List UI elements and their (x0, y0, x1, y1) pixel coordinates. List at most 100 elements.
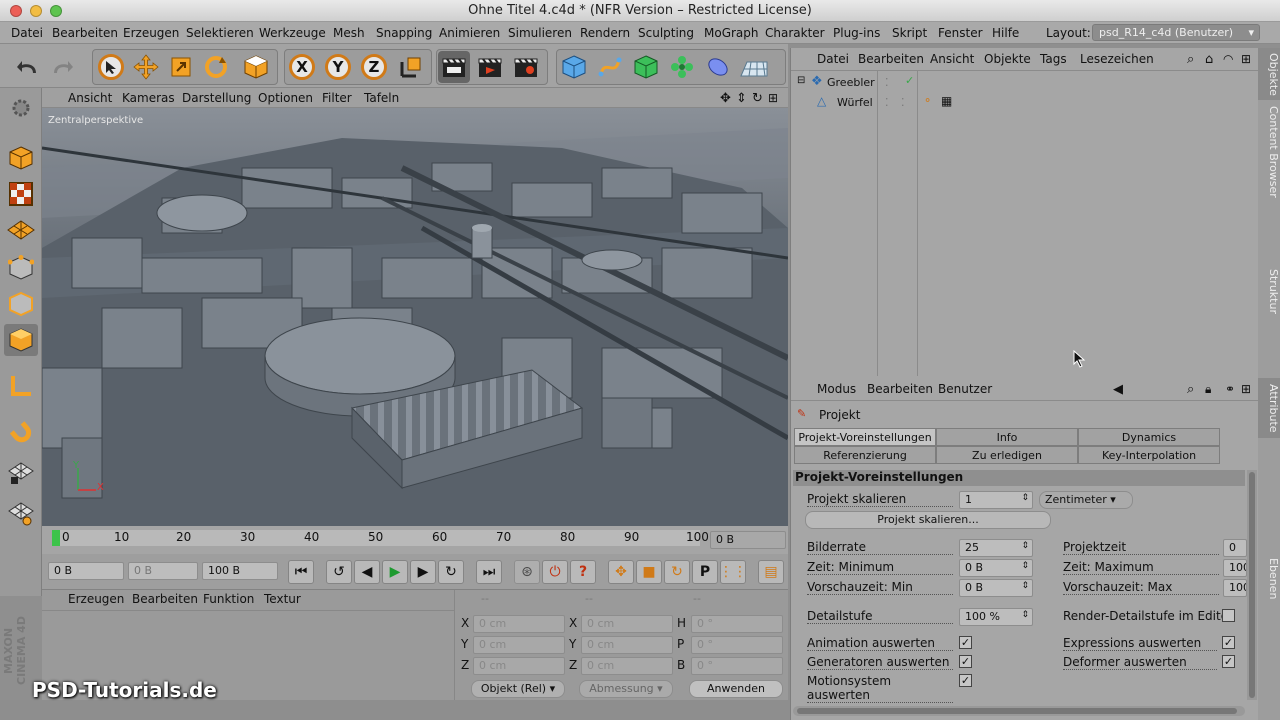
eye-icon[interactable]: ◠ (1223, 52, 1233, 66)
objmgr-menu-lesezeichen[interactable]: Lesezeichen (1080, 52, 1154, 66)
coord-size-mode-select[interactable]: Abmessung ▾ (579, 680, 673, 698)
objmgr-menu-ansicht[interactable]: Ansicht (930, 52, 974, 66)
timeline-ruler[interactable]: 0 10 20 30 40 50 60 70 80 90 100 0 B (42, 526, 788, 554)
key-rotation-button[interactable]: ↻ (664, 560, 690, 584)
viewport-menu-ansicht[interactable]: Ansicht (68, 91, 112, 105)
add-environment-button[interactable] (738, 51, 770, 83)
object-row-greebler[interactable]: ⊟ ❖ Greebler ⁚ ✓ (793, 74, 1257, 92)
coord-size-x-field[interactable]: 0 cm (581, 615, 673, 633)
menu-snapping[interactable]: Snapping (376, 26, 432, 40)
render-settings-button[interactable] (510, 51, 542, 83)
record-keys-button[interactable]: ⊛ (514, 560, 540, 584)
scale-unit-select[interactable]: Zentimeter ▾ (1039, 491, 1133, 509)
object-name[interactable]: Würfel (837, 96, 873, 109)
edges-mode-button[interactable] (4, 288, 38, 320)
redo-button[interactable] (46, 51, 78, 83)
attr-scrollbar[interactable] (1247, 470, 1257, 700)
objmgr-menu-tags[interactable]: Tags (1040, 52, 1067, 66)
attr-menu-benutzer[interactable]: Benutzer (938, 382, 992, 396)
viewport-menu-darstellung[interactable]: Darstellung (182, 91, 251, 105)
coordinate-system-button[interactable] (395, 51, 427, 83)
animation-checkbox[interactable]: ✓ (959, 636, 972, 649)
workplane-grid-button[interactable] (4, 498, 38, 530)
add-mograph-button[interactable] (666, 51, 698, 83)
keyframe-selection-button[interactable]: ? (570, 560, 596, 584)
maximize-panel-icon[interactable]: ⊞ (1241, 52, 1251, 66)
key-position-button[interactable]: ✥ (608, 560, 634, 584)
workplane-lock-button[interactable] (4, 458, 38, 490)
viewport-menu-tafeln[interactable]: Tafeln (364, 91, 399, 105)
menu-simulieren[interactable]: Simulieren (508, 26, 572, 40)
playhead[interactable] (52, 530, 60, 546)
coord-size-y-field[interactable]: 0 cm (581, 636, 673, 654)
autokey-button[interactable]: ⏻ (542, 560, 568, 584)
preview-min-field[interactable]: 0 B ⇕ (959, 579, 1033, 597)
move-view-icon[interactable]: ✥ (720, 91, 731, 106)
scale-tool-button[interactable] (165, 51, 197, 83)
maximize-panel-icon[interactable]: ⊞ (1241, 382, 1251, 396)
tab-key-interpolation[interactable]: Key-Interpolation (1078, 446, 1220, 464)
objmgr-menu-bearbeiten[interactable]: Bearbeiten (858, 52, 924, 66)
objmgr-menu-objekte[interactable]: Objekte (984, 52, 1031, 66)
workplane-mode-button[interactable] (4, 214, 38, 246)
tab-attribute[interactable]: Attribute (1258, 378, 1280, 438)
menu-mesh[interactable]: Mesh (333, 26, 365, 40)
texture-mode-button[interactable] (4, 178, 38, 210)
zoom-view-icon[interactable]: ⇕ (736, 91, 747, 106)
menu-rendern[interactable]: Rendern (580, 26, 630, 40)
tab-info[interactable]: Info (936, 428, 1078, 446)
expressions-checkbox[interactable]: ✓ (1222, 636, 1235, 649)
attr-menu-bearbeiten[interactable]: Bearbeiten (867, 382, 933, 396)
material-menu-funktion[interactable]: Funktion (203, 592, 254, 606)
home-icon[interactable]: ⌂ (1205, 52, 1213, 67)
link-icon[interactable]: ⚭ (1225, 382, 1235, 396)
rotate-tool-button[interactable] (200, 51, 232, 83)
spinner-icon[interactable]: ⇕ (1021, 610, 1029, 620)
attr-horizontal-scrollbar-thumb[interactable] (797, 708, 1237, 714)
search-icon[interactable]: ⌕ (1187, 52, 1194, 67)
tab-struktur[interactable]: Struktur (1258, 204, 1280, 378)
layout-select[interactable]: psd_R14_c4d (Benutzer) ▾ (1092, 24, 1260, 41)
enabled-check-icon[interactable]: ✓ (905, 74, 914, 87)
back-arrow-icon[interactable]: ◀ (1113, 382, 1123, 397)
axis-mode-button[interactable] (4, 370, 38, 402)
material-menu-textur[interactable]: Textur (264, 592, 301, 606)
visibility-dots-icon[interactable]: ⁚ (885, 76, 889, 89)
timeline-button[interactable]: ▤ (758, 560, 784, 584)
tab-content-browser[interactable]: Content Browser (1258, 100, 1280, 204)
viewport-menu-optionen[interactable]: Optionen (258, 91, 313, 105)
spinner-icon[interactable]: ⇕ (1021, 541, 1029, 551)
menu-fenster[interactable]: Fenster (938, 26, 983, 40)
gear-tool-button[interactable] (4, 92, 38, 124)
make-editable-button[interactable] (4, 142, 38, 174)
search-icon[interactable]: ⌕ (1187, 382, 1194, 397)
play-button[interactable]: ▶ (382, 560, 408, 584)
render-lod-checkbox[interactable] (1222, 609, 1235, 622)
menu-werkzeuge[interactable]: Werkzeuge (259, 26, 326, 40)
menu-sculpting[interactable]: Sculpting (638, 26, 694, 40)
maximize-view-icon[interactable]: ⊞ (768, 91, 778, 105)
coord-rot-b-field[interactable]: 0 ° (691, 657, 783, 675)
add-spline-button[interactable] (594, 51, 626, 83)
coord-size-z-field[interactable]: 0 cm (581, 657, 673, 675)
lod-field[interactable]: 100 % ⇕ (959, 608, 1033, 626)
tab-zu-erledigen[interactable]: Zu erledigen (936, 446, 1078, 464)
tab-dynamics[interactable]: Dynamics (1078, 428, 1220, 446)
start-frame-field[interactable]: 0 B (48, 562, 124, 580)
material-menu-bearbeiten[interactable]: Bearbeiten (132, 592, 198, 606)
menu-selektieren[interactable]: Selektieren (186, 26, 254, 40)
lock-icon[interactable]: 🔒︎ (1205, 382, 1211, 397)
apply-button[interactable]: Anwenden (689, 680, 783, 698)
menu-datei[interactable]: Datei (11, 26, 43, 40)
key-parameter-button[interactable]: P (692, 560, 718, 584)
menu-animieren[interactable]: Animieren (439, 26, 500, 40)
coord-rot-p-field[interactable]: 0 ° (691, 636, 783, 654)
preview-max-field[interactable]: 100 (1223, 579, 1247, 597)
attr-menu-modus[interactable]: Modus (817, 382, 856, 396)
menu-plugins[interactable]: Plug-ins (833, 26, 880, 40)
viewport-menu-filter[interactable]: Filter (322, 91, 352, 105)
3d-viewport[interactable]: Zentralperspektive Y X (42, 108, 788, 526)
menu-erzeugen[interactable]: Erzeugen (123, 26, 179, 40)
motionsystem-checkbox[interactable]: ✓ (959, 674, 972, 687)
key-scale-button[interactable]: ■ (636, 560, 662, 584)
